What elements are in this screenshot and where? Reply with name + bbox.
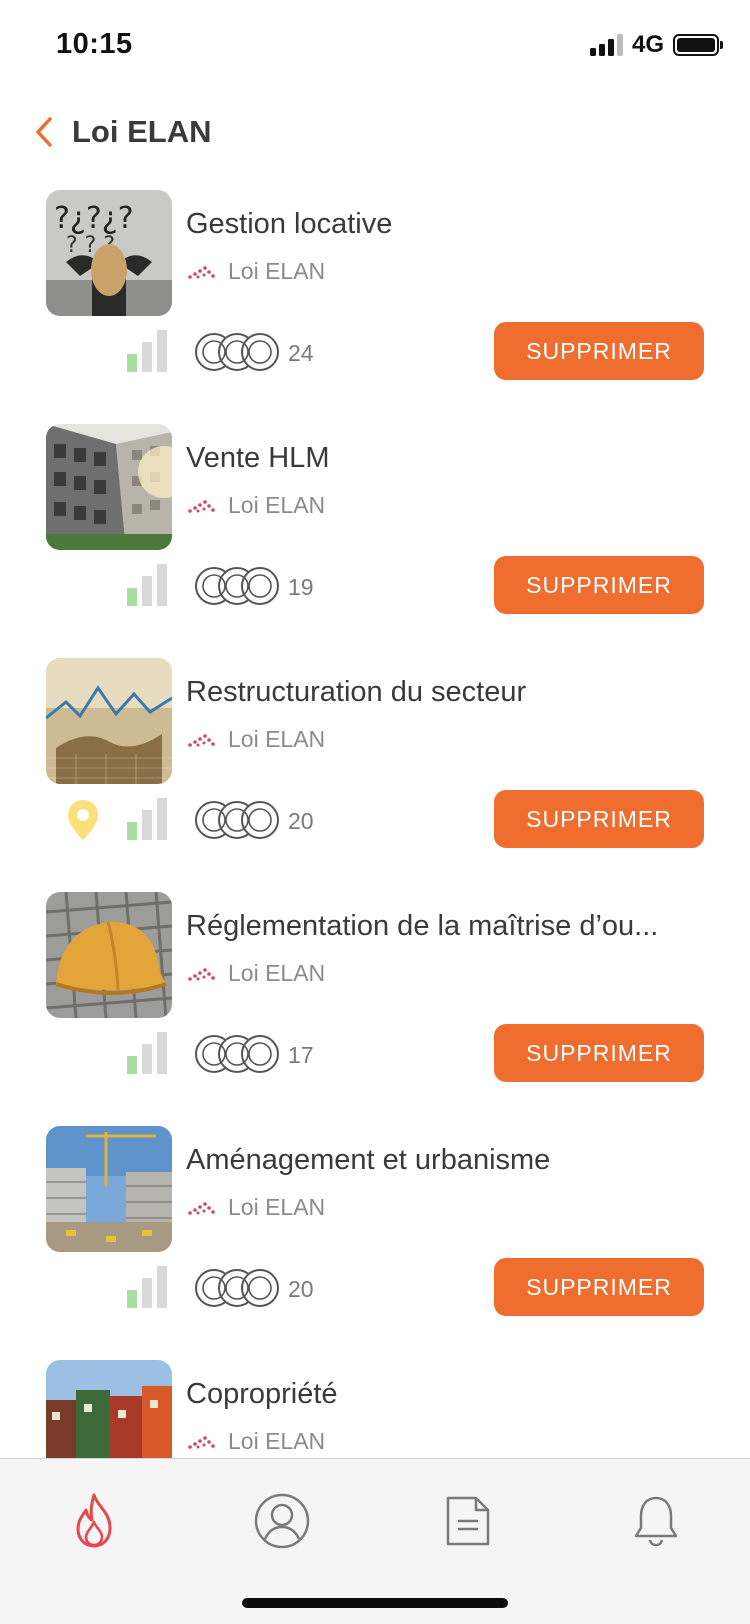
signal-waves-icon <box>188 266 215 279</box>
course-subtitle: Loi ELAN <box>186 1426 325 1456</box>
coins-icon <box>195 1035 279 1073</box>
course-thumbnail[interactable]: ?¿?¿? ? ? ? <box>46 190 172 316</box>
battery-cap <box>720 41 723 49</box>
header: Loi ELAN <box>0 100 750 164</box>
delete-button[interactable]: SUPPRIMER <box>494 1024 704 1082</box>
signal-waves-icon <box>188 734 215 747</box>
course-item[interactable]: Restructuration du secteur Loi ELAN 20 S… <box>0 658 750 892</box>
tab-feed[interactable] <box>54 1481 134 1561</box>
level-icon <box>127 1032 169 1074</box>
course-meta: 19 SUPPRIMER <box>0 556 750 616</box>
coins-icon <box>195 333 279 371</box>
delete-button[interactable]: SUPPRIMER <box>494 322 704 380</box>
course-subtitle-label: Loi ELAN <box>228 257 326 284</box>
course-subtitle-label: Loi ELAN <box>228 1193 326 1220</box>
delete-button[interactable]: SUPPRIMER <box>494 1258 704 1316</box>
profile-icon <box>254 1493 310 1549</box>
tab-profile[interactable] <box>242 1481 322 1561</box>
level-icon <box>127 798 169 840</box>
level-icon <box>127 564 169 606</box>
course-subtitle: Loi ELAN <box>186 724 325 754</box>
course-meta: 20 SUPPRIMER <box>0 1258 750 1318</box>
home-indicator <box>242 1598 508 1608</box>
coin-count: 20 <box>288 808 314 834</box>
course-subtitle: Loi ELAN <box>186 490 325 520</box>
battery-icon <box>673 34 719 56</box>
level-icon <box>127 330 169 372</box>
coins-icon <box>195 801 279 839</box>
delete-button[interactable]: SUPPRIMER <box>494 790 704 848</box>
coins-icon <box>195 1269 279 1307</box>
course-title: Vente HLM <box>186 442 330 474</box>
level-icon <box>127 1266 169 1308</box>
course-thumbnail[interactable] <box>46 1126 172 1252</box>
course-item[interactable]: Aménagement et urbanisme Loi ELAN 20 SUP… <box>0 1126 750 1360</box>
tab-documents[interactable] <box>428 1481 508 1561</box>
course-thumbnail[interactable] <box>46 424 172 550</box>
course-subtitle: Loi ELAN <box>186 958 325 988</box>
course-item[interactable]: Vente HLM Loi ELAN 19 SUPPRIMER <box>0 424 750 658</box>
signal-waves-icon <box>188 968 215 981</box>
course-meta: 20 SUPPRIMER <box>0 790 750 850</box>
coin-count: 24 <box>288 340 314 366</box>
course-title: Copropriété <box>186 1378 338 1410</box>
course-thumbnail[interactable] <box>46 658 172 784</box>
course-item[interactable]: Copropriété Loi ELAN <box>0 1360 750 1458</box>
course-meta: 17 SUPPRIMER <box>0 1024 750 1084</box>
course-title: Aménagement et urbanisme <box>186 1144 551 1176</box>
course-subtitle-label: Loi ELAN <box>228 725 326 752</box>
signal-waves-icon <box>188 500 215 513</box>
course-subtitle: Loi ELAN <box>186 1192 325 1222</box>
status-time: 10:15 <box>56 28 133 60</box>
coin-count: 19 <box>288 574 314 600</box>
signal-waves-icon <box>188 1202 215 1215</box>
page-title: Loi ELAN <box>72 114 212 149</box>
delete-button[interactable]: SUPPRIMER <box>494 556 704 614</box>
course-subtitle-label: Loi ELAN <box>228 491 326 518</box>
course-title: Gestion locative <box>186 208 393 240</box>
coins-icon <box>195 567 279 605</box>
status-bar: 10:15 4G <box>0 0 750 92</box>
course-title: Réglementation de la maîtrise d’ou... <box>186 910 659 942</box>
chevron-left-icon <box>36 117 52 147</box>
location-pin-icon <box>68 800 98 840</box>
svg-text:?¿?¿?: ?¿?¿? <box>54 201 134 236</box>
flame-icon <box>76 1493 112 1548</box>
course-item[interactable]: ?¿?¿? ? ? ? Gestion locative Loi ELAN 24… <box>0 190 750 424</box>
coin-count: 17 <box>288 1042 314 1068</box>
back-button[interactable] <box>26 110 62 154</box>
course-title: Restructuration du secteur <box>186 676 527 708</box>
course-subtitle-label: Loi ELAN <box>228 959 326 986</box>
signal-icon <box>590 34 626 56</box>
course-meta: 24 SUPPRIMER <box>0 322 750 382</box>
course-thumbnail[interactable] <box>46 1360 172 1458</box>
course-list: ?¿?¿? ? ? ? Gestion locative Loi ELAN 24… <box>0 190 750 1458</box>
coin-count: 20 <box>288 1276 314 1302</box>
course-subtitle: Loi ELAN <box>186 256 325 286</box>
course-item[interactable]: Réglementation de la maîtrise d’ou... Lo… <box>0 892 750 1126</box>
document-icon <box>446 1496 490 1546</box>
signal-waves-icon <box>188 1436 215 1449</box>
bell-icon <box>634 1496 678 1547</box>
tab-notifications[interactable] <box>616 1481 696 1561</box>
course-subtitle-label: Loi ELAN <box>228 1427 326 1454</box>
course-thumbnail[interactable] <box>46 892 172 1018</box>
network-label: 4G <box>632 31 665 58</box>
